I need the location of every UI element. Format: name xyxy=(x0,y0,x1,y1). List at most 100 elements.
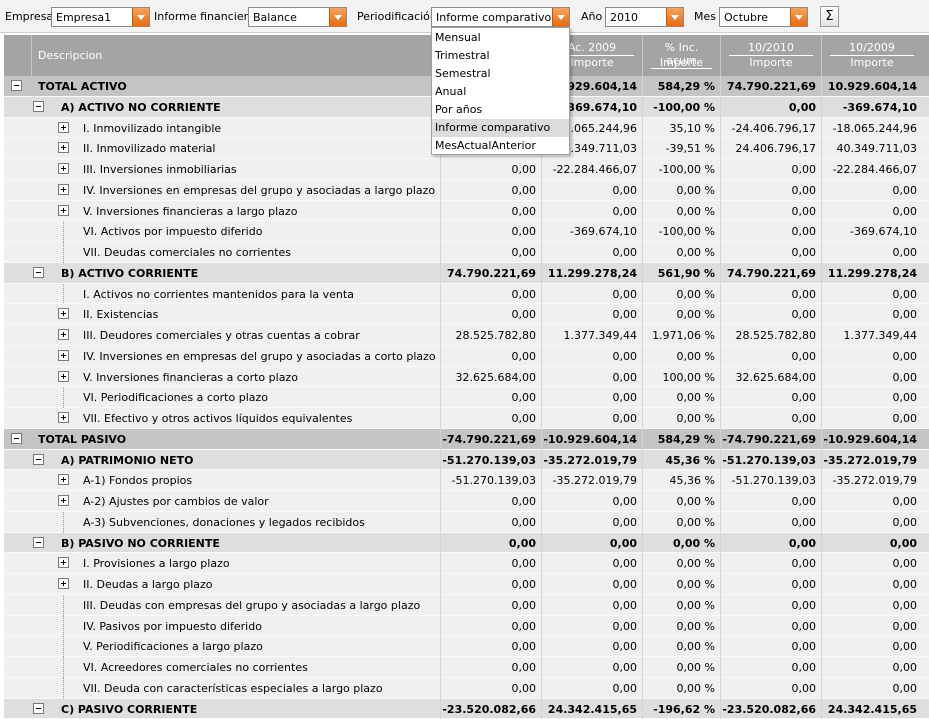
periodificacion-select[interactable]: Informe comparativo xyxy=(431,7,570,27)
expand-icon[interactable] xyxy=(58,495,69,506)
periodificacion-value: Informe comparativo xyxy=(436,11,552,24)
collapse-icon[interactable] xyxy=(11,80,22,91)
chevron-down-icon[interactable] xyxy=(132,8,149,26)
dropdown-option[interactable]: Mensual xyxy=(432,29,569,47)
collapse-icon[interactable] xyxy=(33,536,44,548)
table-row[interactable]: TOTAL PASIVO -74.790.221,69 -10.929.604,14… xyxy=(4,428,929,450)
row-cell-col-3: 1.971,06 % xyxy=(652,329,715,342)
expand-icon[interactable] xyxy=(58,370,69,382)
column-divider xyxy=(821,387,822,409)
empresa-select[interactable]: Empresa1 xyxy=(51,7,150,27)
collapse-icon[interactable] xyxy=(33,266,44,278)
column-divider xyxy=(720,698,721,719)
header-col-5[interactable]: 10/2009 Importe xyxy=(821,35,922,76)
row-cell-col-3: 0,00 % xyxy=(676,661,715,674)
table-row[interactable]: V. Periodificaciones a largo plazo 0,00 0,… xyxy=(4,636,929,658)
collapse-icon[interactable] xyxy=(33,453,44,465)
row-cell-col-5: 0,00 xyxy=(892,661,918,674)
table-row[interactable]: IV. Inversiones en empresas del grupo y … xyxy=(4,345,929,367)
table-row[interactable]: B) PASIVO NO CORRIENTE 0,00 0,00 0,00 % 0,00… xyxy=(4,532,929,554)
chevron-down-icon[interactable] xyxy=(552,8,569,26)
row-cell-col-4: 0,00 xyxy=(791,308,817,322)
expand-icon[interactable] xyxy=(58,308,69,320)
expand-icon[interactable] xyxy=(58,183,69,195)
dropdown-option[interactable]: Informe comparativo xyxy=(432,119,569,137)
column-divider xyxy=(440,449,441,471)
expand-icon[interactable] xyxy=(58,557,69,569)
column-divider xyxy=(821,574,822,595)
collapse-icon[interactable] xyxy=(33,100,44,112)
table-row[interactable]: A) PATRIMONIO NETO -51.270.139,03 -35.272.… xyxy=(4,449,929,471)
sum-button[interactable]: Σ xyxy=(820,6,839,27)
chevron-down-icon[interactable] xyxy=(329,8,346,26)
column-divider xyxy=(720,221,721,243)
table-row[interactable]: A-2) Ajustes por cambios de valor 0,00 0,0… xyxy=(4,491,929,512)
expand-icon[interactable] xyxy=(58,474,69,486)
table-row[interactable]: VI. Acreedores comerciales no corrientes… xyxy=(4,657,929,678)
table-row[interactable]: II. Deudas a largo plazo 0,00 0,00 0,00 % 0,… xyxy=(4,574,929,595)
column-divider xyxy=(642,470,643,492)
column-divider xyxy=(821,449,822,471)
table-row[interactable]: VII. Efectivo y otros activos líquidos e… xyxy=(4,408,929,429)
dropdown-option[interactable]: Anual xyxy=(432,83,569,101)
table-row[interactable]: VI. Activos por impuesto diferido 0,00 -36… xyxy=(4,221,929,243)
expand-icon[interactable] xyxy=(58,578,69,589)
table-row[interactable]: VII. Deudas comerciales no corrientes 0,0… xyxy=(4,242,929,263)
expand-icon[interactable] xyxy=(58,163,69,174)
row-cell-col-3: 0,00 % xyxy=(676,598,715,612)
row-label: TOTAL PASIVO xyxy=(38,432,127,446)
column-divider xyxy=(440,491,441,512)
table-row[interactable]: IV. Inversiones en empresas del grupo y … xyxy=(4,179,929,201)
table-row[interactable]: A-3) Subvenciones, donaciones y legados … xyxy=(4,511,929,533)
chevron-down-icon[interactable] xyxy=(790,8,807,26)
column-divider xyxy=(440,200,441,222)
column-divider xyxy=(541,657,542,678)
informe-select[interactable]: Balance xyxy=(248,7,347,27)
column-divider xyxy=(821,677,822,699)
table-row[interactable]: III. Deudores comerciales y otras cuenta… xyxy=(4,325,929,346)
column-divider xyxy=(440,242,441,263)
table-row[interactable]: III. Inversiones inmobiliarias 0,00 -22.28… xyxy=(4,159,929,180)
dropdown-option[interactable]: Por años xyxy=(432,101,569,119)
table-row[interactable]: II. Existencias 0,00 0,00 0,00 % 0,00 0,00 xyxy=(4,304,929,326)
row-cell-col-3: 100,00 % xyxy=(662,370,715,384)
dropdown-option[interactable]: Trimestral xyxy=(432,47,569,65)
column-divider xyxy=(541,532,542,554)
table-row[interactable]: VI. Periodificaciones a corto plazo 0,00 0… xyxy=(4,387,929,409)
chevron-down-icon[interactable] xyxy=(666,8,683,26)
table-row[interactable]: I. Activos no corrientes mantenidos para… xyxy=(4,283,929,305)
row-cell-col-1: 0,00 xyxy=(511,578,537,591)
mes-select[interactable]: Octubre xyxy=(719,7,808,27)
row-cell-col-1: 0,00 xyxy=(508,536,536,550)
table-row[interactable]: C) PASIVO CORRIENTE -23.520.082,66 24.342.… xyxy=(4,698,929,719)
anio-select[interactable]: 2010 xyxy=(605,7,684,27)
table-row[interactable]: B) ACTIVO CORRIENTE 74.790.221,69 11.299.2… xyxy=(4,262,929,284)
expand-icon[interactable] xyxy=(58,121,69,133)
table-row[interactable]: VII. Deuda con características especiale… xyxy=(4,677,929,699)
expand-icon[interactable] xyxy=(58,204,69,216)
table-row[interactable]: A-1) Fondos propios -51.270.139,03 -35.272… xyxy=(4,470,929,492)
table-row[interactable]: III. Deudas con empresas del grupo y aso… xyxy=(4,594,929,616)
row-cell-col-3: 0,00 % xyxy=(676,183,715,197)
expand-icon[interactable] xyxy=(58,349,69,361)
table-row[interactable]: I. Provisiones a largo plazo 0,00 0,00 0,00… xyxy=(4,553,929,575)
column-divider xyxy=(440,325,441,346)
row-label: III. Inversiones inmobiliarias xyxy=(83,163,237,176)
row-cell-col-1: 0,00 xyxy=(511,681,537,695)
table-row[interactable]: V. Inversiones financieras a largo plazo… xyxy=(4,200,929,222)
dropdown-option[interactable]: Semestral xyxy=(432,65,569,83)
table-row[interactable]: V. Inversiones financieras a corto plazo… xyxy=(4,366,929,388)
collapse-icon[interactable] xyxy=(11,432,22,444)
column-divider xyxy=(821,428,822,450)
header-col-4[interactable]: 10/2010 Importe xyxy=(720,35,821,76)
expand-icon[interactable] xyxy=(58,412,69,423)
expand-icon[interactable] xyxy=(58,329,69,340)
header-col-3[interactable]: % Inc. acum Importe xyxy=(642,35,720,76)
collapse-icon[interactable] xyxy=(33,702,44,714)
column-divider xyxy=(821,366,822,388)
table-row[interactable]: IV. Pasivos por impuesto diferido 0,00 0,0… xyxy=(4,615,929,637)
row-cell-col-2: 1.377.349,44 xyxy=(563,329,637,342)
row-cell-col-3: 0,00 % xyxy=(676,246,715,259)
expand-icon[interactable] xyxy=(58,142,69,154)
dropdown-option[interactable]: MesActualAnterior xyxy=(432,137,569,155)
